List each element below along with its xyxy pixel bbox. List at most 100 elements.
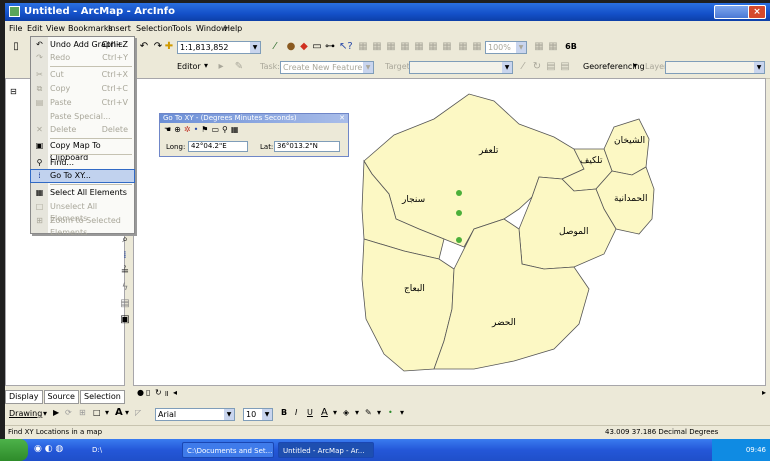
rectangle-icon[interactable]: □ [93, 408, 101, 417]
menu-item-copy-map[interactable]: ▣ Copy Map To Clipboard [31, 140, 134, 162]
taskbar-item-drive[interactable]: D:\ [88, 442, 178, 458]
select-elements-icon[interactable]: ▶ [53, 408, 59, 417]
chevron-down-icon[interactable]: ▼ [363, 62, 373, 73]
chevron-down-icon[interactable]: ▼ [224, 409, 234, 420]
close-icon[interactable]: ✕ [339, 114, 345, 122]
chevron-down-icon[interactable]: ▾ [355, 408, 359, 417]
goto-xy-dialog[interactable]: Go To XY - (Degrees Minutes Seconds) ✕ ☚… [159, 113, 349, 157]
map-scale-combo[interactable]: 1:1,813,852 ▼ [177, 41, 261, 54]
fixed-zoom-out-icon[interactable]: ▦ [441, 41, 453, 53]
menu-item-undo[interactable]: ↶ Undo Add Graphic Ctrl+Z [31, 39, 134, 51]
target-combo[interactable]: ▼ [409, 61, 513, 74]
editor-toolbar-icon[interactable]: ⁄ [269, 41, 281, 53]
edit-tool-icon[interactable]: ▸ [215, 61, 227, 73]
attributes-icon[interactable]: ▤ [545, 61, 557, 73]
refresh-icon[interactable]: ↻ [155, 388, 162, 397]
arctoolbox-icon[interactable]: ● [285, 41, 297, 53]
chevron-down-icon[interactable]: ▾ [105, 408, 109, 417]
split-tool-icon[interactable]: ⁄ [517, 61, 529, 73]
pause-icon[interactable]: ॥ [164, 388, 169, 399]
chevron-down-icon[interactable]: ▾ [125, 408, 129, 417]
chevron-down-icon[interactable]: ▼ [754, 62, 764, 73]
new-document-icon[interactable]: ▯ [10, 41, 22, 53]
time-slider-icon[interactable]: ▣ [117, 314, 133, 330]
layer-combo[interactable]: ▼ [665, 61, 765, 74]
rotate-icon[interactable]: ⟳ [65, 408, 72, 417]
expand-layers-icon[interactable]: ⊟ [10, 87, 17, 96]
menu-item-goto-xy[interactable]: ⁞ Go To XY... [30, 169, 135, 183]
task-combo[interactable]: Create New Feature ▼ [280, 61, 374, 74]
chevron-down-icon[interactable]: ▼ [502, 62, 512, 73]
change-layout-icon[interactable]: 6B [565, 41, 577, 53]
scroll-left-icon[interactable]: ◂ [173, 388, 177, 397]
layout-view-icon[interactable]: ▯ [146, 388, 150, 397]
zoom-whole-page-icon[interactable]: ▦ [399, 41, 411, 53]
chevron-down-icon[interactable]: ▾ [400, 408, 404, 417]
tab-selection[interactable]: Selection [79, 390, 125, 404]
menu-bookmarks[interactable]: Bookmarks [68, 24, 113, 33]
font-size-combo[interactable]: 10 ▼ [243, 408, 273, 421]
drawing-menu[interactable]: Drawing [9, 409, 42, 418]
sketch-tool-icon[interactable]: ✎ [233, 61, 245, 73]
clock[interactable]: 09:46 [746, 446, 766, 454]
bold-icon[interactable]: B [281, 408, 287, 417]
menu-item-select-all[interactable]: ▦ Select All Elements [31, 187, 134, 199]
underline-icon[interactable]: U [307, 408, 313, 417]
zoom-to-selected-icon[interactable]: ⊞ [79, 408, 86, 417]
zoom-100-icon[interactable]: ▦ [413, 41, 425, 53]
line-color-icon[interactable]: ✎ [365, 408, 372, 417]
toggle-draft-mode-icon[interactable]: ▦ [533, 41, 545, 53]
zoom-percent-combo[interactable]: 100% ▼ [485, 41, 527, 54]
map-point[interactable] [456, 237, 462, 243]
long-input[interactable]: 42°04.2"E [188, 141, 248, 152]
fill-color-icon[interactable]: ◈ [343, 408, 349, 417]
previous-extent-icon[interactable]: ▦ [457, 41, 469, 53]
focus-data-frame-icon[interactable]: ▦ [547, 41, 559, 53]
editor-menu[interactable]: Editor [177, 62, 201, 71]
taskbar-item-arcmap[interactable]: Untitled - ArcMap - Ar... [278, 442, 374, 458]
chevron-down-icon[interactable]: ▾ [333, 408, 337, 417]
chevron-down-icon[interactable]: ▾ [204, 61, 208, 70]
menu-edit[interactable]: Edit [27, 24, 43, 33]
pan-to-icon[interactable]: ☚ [164, 125, 174, 134]
data-view-icon[interactable]: ● [137, 388, 144, 397]
layout-pan-icon[interactable]: ▦ [385, 41, 397, 53]
hyperlink-icon[interactable]: ϟ [117, 282, 133, 298]
tab-display[interactable]: Display [5, 390, 43, 404]
html-popup-icon[interactable]: ▤ [117, 298, 133, 314]
menu-window[interactable]: Window [196, 24, 228, 33]
title-bar[interactable]: Untitled - ArcMap - ArcInfo × [5, 3, 770, 21]
add-data-icon[interactable]: ✚ [163, 41, 175, 53]
font-combo[interactable]: Arial ▼ [155, 408, 235, 421]
font-color-icon[interactable]: A [321, 407, 328, 418]
chevron-down-icon[interactable]: ▾ [377, 408, 381, 417]
add-labeled-point-icon[interactable]: ⚑ [201, 125, 211, 134]
sketch-properties-icon[interactable]: ▤ [559, 61, 571, 73]
menu-item-find[interactable]: ⚲ Find... [31, 157, 134, 169]
menu-selection[interactable]: Selection [136, 24, 173, 33]
goto-xy-title[interactable]: Go To XY - (Degrees Minutes Seconds) [160, 114, 348, 123]
chevron-down-icon[interactable]: ▼ [250, 42, 260, 53]
menu-insert[interactable]: Insert [108, 24, 131, 33]
italic-icon[interactable]: I [295, 408, 297, 417]
undo-icon[interactable]: ↶ [138, 41, 150, 53]
chevron-down-icon[interactable]: ▼ [262, 409, 272, 420]
fixed-zoom-in-icon[interactable]: ▦ [427, 41, 439, 53]
edit-vertices-icon[interactable]: ◸ [135, 408, 141, 417]
chevron-down-icon[interactable]: ▾ [43, 409, 47, 418]
layout-zoom-in-icon[interactable]: ▦ [357, 41, 369, 53]
start-button[interactable] [0, 439, 28, 461]
chevron-down-icon[interactable]: ▼ [516, 42, 526, 53]
marker-color-icon[interactable]: • [388, 408, 393, 417]
menu-tools[interactable]: Tools [172, 24, 192, 33]
map-point[interactable] [456, 210, 462, 216]
measure-icon[interactable]: ≟ [117, 266, 133, 282]
add-callout-icon[interactable]: ▭ [211, 125, 222, 134]
flash-icon[interactable]: ✲ [184, 125, 194, 134]
next-extent-icon[interactable]: ▦ [471, 41, 483, 53]
menu-file[interactable]: File [9, 24, 22, 33]
lat-input[interactable]: 36°013.2"N [274, 141, 340, 152]
menu-help[interactable]: Help [224, 24, 242, 33]
model-builder-icon[interactable]: ⊶ [324, 41, 336, 53]
tab-source[interactable]: Source [43, 390, 79, 404]
